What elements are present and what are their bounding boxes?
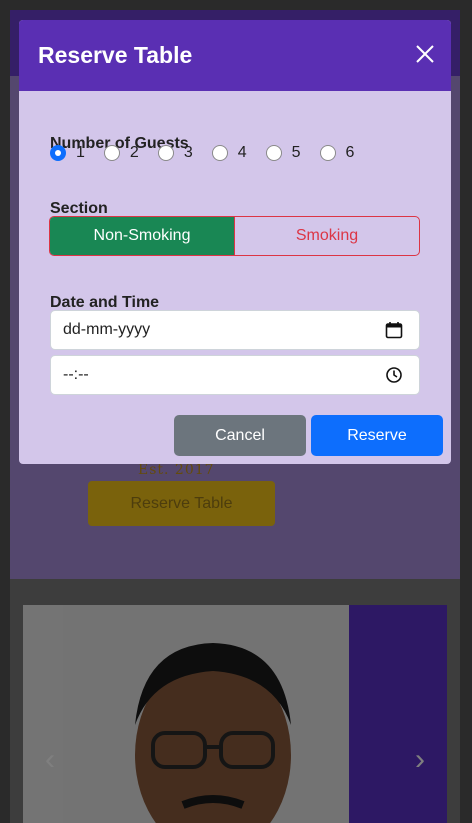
calendar-icon[interactable] [385, 321, 403, 339]
section-smoking-button[interactable]: Smoking [234, 217, 419, 255]
guest-option-5[interactable]: 5 [265, 144, 301, 162]
radio-checked[interactable] [50, 145, 66, 161]
guest-option-1[interactable]: 1 [50, 144, 85, 162]
reserve-button[interactable]: Reserve [311, 415, 443, 456]
radio-unchecked[interactable] [265, 145, 282, 161]
clock-icon[interactable] [385, 366, 403, 384]
radio-unchecked[interactable] [319, 145, 336, 161]
radio-unchecked[interactable] [211, 145, 228, 161]
guest-option-2[interactable]: 2 [103, 144, 139, 162]
modal-header: Reserve Table [19, 20, 451, 91]
guest-option-6[interactable]: 6 [319, 144, 354, 162]
radio-unchecked[interactable] [103, 145, 120, 161]
modal-title: Reserve Table [38, 42, 193, 68]
section-non-smoking-button[interactable]: Non-Smoking [50, 217, 234, 255]
close-icon[interactable] [413, 42, 437, 66]
app-frame: Est. 2017 Reserve Table ‹ › Reserve Tabl… [10, 10, 460, 823]
cancel-button[interactable]: Cancel [174, 415, 306, 456]
guest-option-3[interactable]: 3 [157, 144, 193, 162]
guest-option-4[interactable]: 4 [211, 144, 247, 162]
date-placeholder: dd-mm-yyyy [63, 321, 151, 338]
date-input[interactable]: dd-mm-yyyy [50, 310, 420, 350]
section-toggle: Non-Smoking Smoking [49, 216, 420, 256]
guests-radio-group: 1 2 3 4 5 6 [50, 144, 373, 162]
time-placeholder: --:-- [63, 366, 89, 383]
radio-unchecked[interactable] [157, 145, 174, 161]
time-input[interactable]: --:-- [50, 355, 420, 395]
reserve-modal: Reserve Table Number of Guests 1 2 3 4 5… [19, 20, 451, 464]
